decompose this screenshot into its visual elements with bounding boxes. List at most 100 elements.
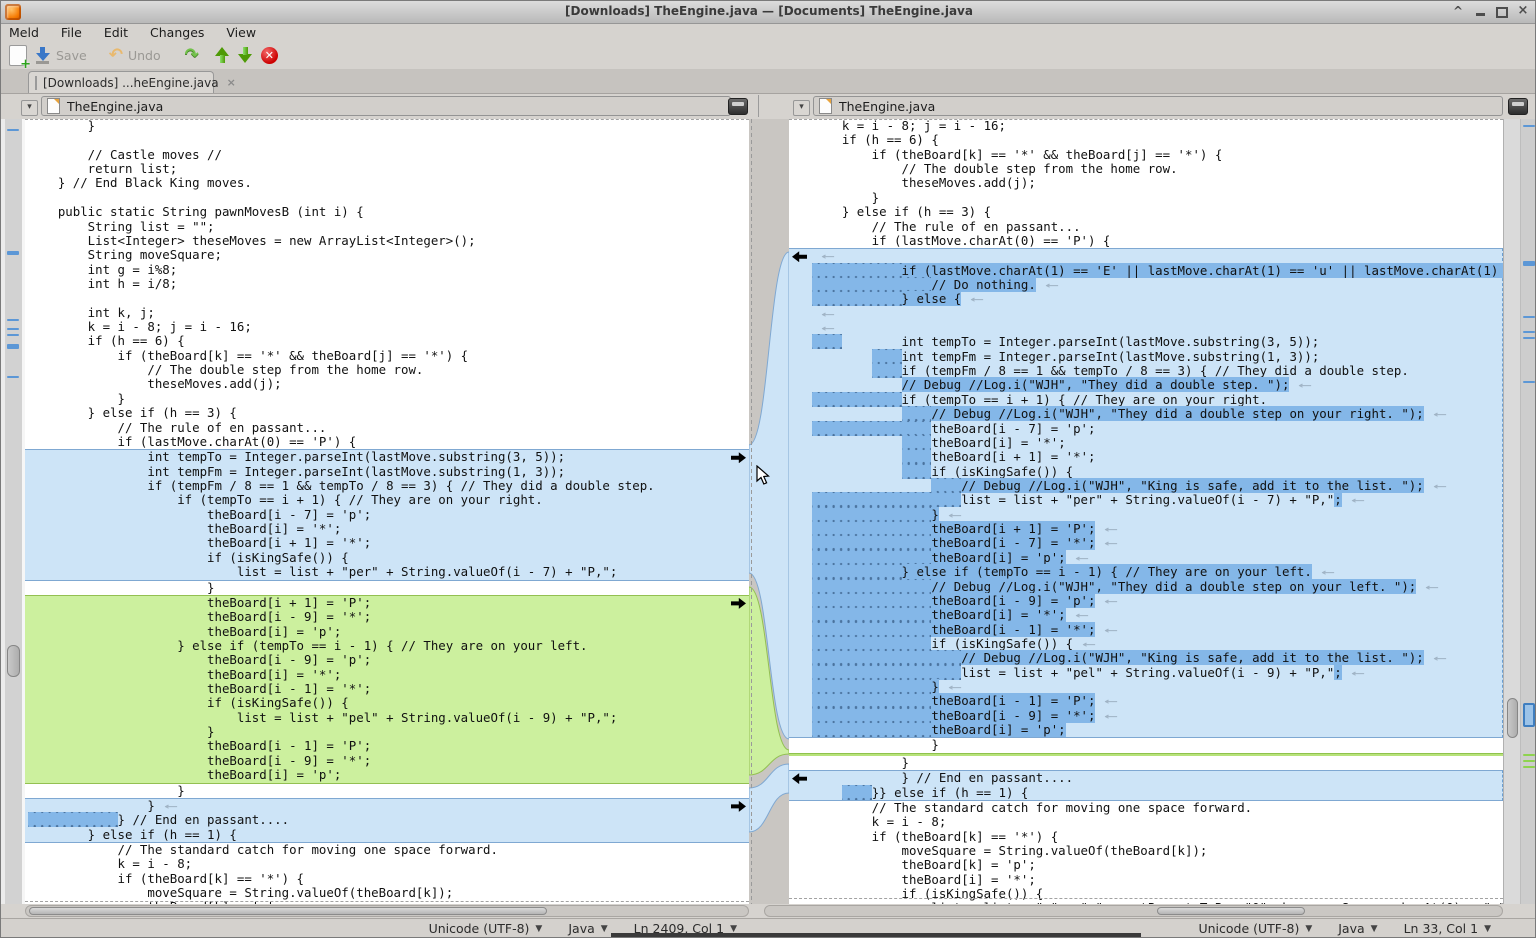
code-line: // Debug //Log.i("WJH", "King is safe, a… xyxy=(789,479,1502,493)
code-line: } xyxy=(789,756,1503,770)
newline-marker-icon: ← xyxy=(1425,580,1439,594)
diff-map-tick xyxy=(1523,766,1535,768)
code-line: ← xyxy=(789,249,1502,263)
inserted-chunk: theBoard[i + 1] = 'P'; theBoard[i - 9] =… xyxy=(25,595,749,784)
diff-map-tick xyxy=(1523,760,1535,762)
syntax-selector[interactable]: Java▼ xyxy=(1338,921,1377,936)
next-change-button[interactable] xyxy=(238,43,253,67)
code-line: theBoard[i - 1] = '*';← xyxy=(789,623,1502,637)
left-filename-entry[interactable]: TheEngine.java xyxy=(41,96,731,116)
code-line: } xyxy=(25,725,749,739)
syntax-selector[interactable]: Java▼ xyxy=(568,921,607,936)
code-line: } xyxy=(25,119,749,133)
right-vscroll-thumb[interactable] xyxy=(1507,698,1518,738)
code-line: theBoard[i - 7] = 'p'; xyxy=(25,508,749,522)
code-line: if (theBoard[k] == '*') { xyxy=(25,872,749,886)
diff-map-tick xyxy=(1523,261,1535,266)
diff-map-tick xyxy=(1523,381,1535,383)
code-line: if (theBoard[k] == '*' && theBoard[j] ==… xyxy=(25,349,749,363)
code-line: }← xyxy=(25,799,749,813)
right-editor-pane[interactable]: k = i - 8; j = i - 16; if (h == 6) { if … xyxy=(789,119,1503,904)
previous-change-button[interactable] xyxy=(215,43,230,67)
chevron-down-icon: ▼ xyxy=(730,924,737,934)
code-line: if (isKingSafe()) { xyxy=(789,465,1502,479)
code-line: if (isKingSafe()) { xyxy=(789,887,1503,901)
undo-button[interactable]: ↶ Undo xyxy=(109,43,161,67)
menu-view[interactable]: View xyxy=(226,25,256,40)
left-horizontal-scrollbar[interactable] xyxy=(25,905,749,917)
right-hscroll-thumb[interactable] xyxy=(1157,907,1305,915)
undo-label: Undo xyxy=(128,48,161,63)
code-line: int k, j; xyxy=(25,306,749,320)
redo-button[interactable]: ↷ xyxy=(185,43,199,67)
minimize-button[interactable] xyxy=(1471,3,1489,19)
push-change-left-arrow[interactable] xyxy=(792,251,807,262)
encoding-selector[interactable]: Unicode (UTF-8)▼ xyxy=(1198,921,1312,936)
code-line: // Do nothing.← xyxy=(789,278,1502,292)
right-filename-entry[interactable]: TheEngine.java xyxy=(813,96,1503,116)
chevron-down-icon: ▼ xyxy=(601,924,608,934)
tab-close-icon[interactable]: × xyxy=(227,76,236,89)
stop-button[interactable]: ✕ xyxy=(261,43,278,67)
close-window-button[interactable]: × xyxy=(1514,3,1532,19)
code-line: k = i - 8; j = i - 16; xyxy=(789,119,1503,133)
push-change-right-arrow[interactable] xyxy=(731,598,746,609)
left-vscroll-thumb[interactable] xyxy=(7,645,20,677)
diff-area: } // Castle moves // return list; } // E… xyxy=(1,119,1536,904)
left-editor-pane[interactable]: } // Castle moves // return list; } // E… xyxy=(25,119,749,904)
code-line xyxy=(25,191,749,205)
shade-window-button[interactable]: ^ xyxy=(1449,3,1467,19)
left-scrollbar-rail[interactable] xyxy=(1,119,25,904)
code-line: list = list + "per" + String.valueOf(i -… xyxy=(25,565,749,579)
code-line: theBoard[i - 7] = 'p'; xyxy=(789,422,1502,436)
maximize-button[interactable] xyxy=(1493,3,1511,19)
file-icon xyxy=(47,98,60,114)
right-diff-map[interactable] xyxy=(1520,119,1536,904)
code-line: public static String pawnMovesB (int i) … xyxy=(25,205,749,219)
newline-marker-icon: ← xyxy=(1351,493,1365,507)
push-change-left-arrow[interactable] xyxy=(792,773,807,784)
code-line xyxy=(25,291,749,305)
menu-file[interactable]: File xyxy=(61,25,82,40)
right-vertical-scrollbar[interactable] xyxy=(1503,119,1521,904)
menu-edit[interactable]: Edit xyxy=(104,25,128,40)
code-line: // The standard catch for moving one spa… xyxy=(25,843,749,857)
changed-chunk: } // End en passant.... }} else if (h ==… xyxy=(789,770,1503,801)
push-change-right-arrow[interactable] xyxy=(731,801,746,812)
menu-meld[interactable]: Meld xyxy=(9,25,39,40)
left-file-manager-icon[interactable] xyxy=(728,98,748,115)
newline-marker-icon: ← xyxy=(821,249,835,263)
cursor-position[interactable]: Ln 33, Col 1▼ xyxy=(1404,921,1491,936)
newline-marker-icon: ← xyxy=(1321,565,1335,579)
newline-marker-icon: ← xyxy=(1433,407,1447,421)
redo-icon: ↷ xyxy=(185,46,199,64)
right-pane-menu-button[interactable]: ▾ xyxy=(793,100,810,116)
left-pane-menu-button[interactable]: ▾ xyxy=(21,100,38,116)
code-line: theBoard[i] = '*'; xyxy=(25,668,749,682)
save-button[interactable]: Save xyxy=(35,43,87,67)
menu-changes[interactable]: Changes xyxy=(150,25,204,40)
encoding-selector[interactable]: Unicode (UTF-8)▼ xyxy=(429,921,543,936)
tab-comparison[interactable]: [Downloads] ...heEngine.java × xyxy=(28,71,214,93)
code-line: theBoard[i - 1] = 'P';← xyxy=(789,694,1502,708)
code-line: } else {← xyxy=(789,292,1502,306)
new-comparison-button[interactable]: + xyxy=(9,43,27,67)
left-hscroll-thumb[interactable] xyxy=(29,907,547,915)
newline-marker-icon: ← xyxy=(948,508,962,522)
new-file-icon: + xyxy=(9,45,27,66)
right-file-manager-icon[interactable] xyxy=(1508,98,1528,115)
changed-chunk: ← if (lastMove.charAt(1) == 'E' || lastM… xyxy=(789,248,1503,738)
code-line: theBoard[i] = 'p'; xyxy=(789,723,1502,737)
diff-map-viewport-indicator[interactable] xyxy=(1523,703,1535,727)
newline-marker-icon: ← xyxy=(1104,623,1118,637)
titlebar[interactable]: [Downloads] TheEngine.java — [Documents]… xyxy=(1,1,1536,24)
right-horizontal-scrollbar[interactable] xyxy=(764,905,1503,917)
code-line: // Castle moves // xyxy=(25,148,749,162)
push-change-right-arrow[interactable] xyxy=(731,452,746,463)
newline-marker-icon: ← xyxy=(1045,278,1059,292)
code-line: // The standard catch for moving one spa… xyxy=(789,801,1503,815)
code-line: moveSquare = String.valueOf(theBoard[k])… xyxy=(25,886,749,900)
code-line: if (tempTo == i + 1) { // They are on yo… xyxy=(789,393,1502,407)
mouse-cursor xyxy=(756,465,771,486)
diff-map-tick xyxy=(1523,331,1535,333)
